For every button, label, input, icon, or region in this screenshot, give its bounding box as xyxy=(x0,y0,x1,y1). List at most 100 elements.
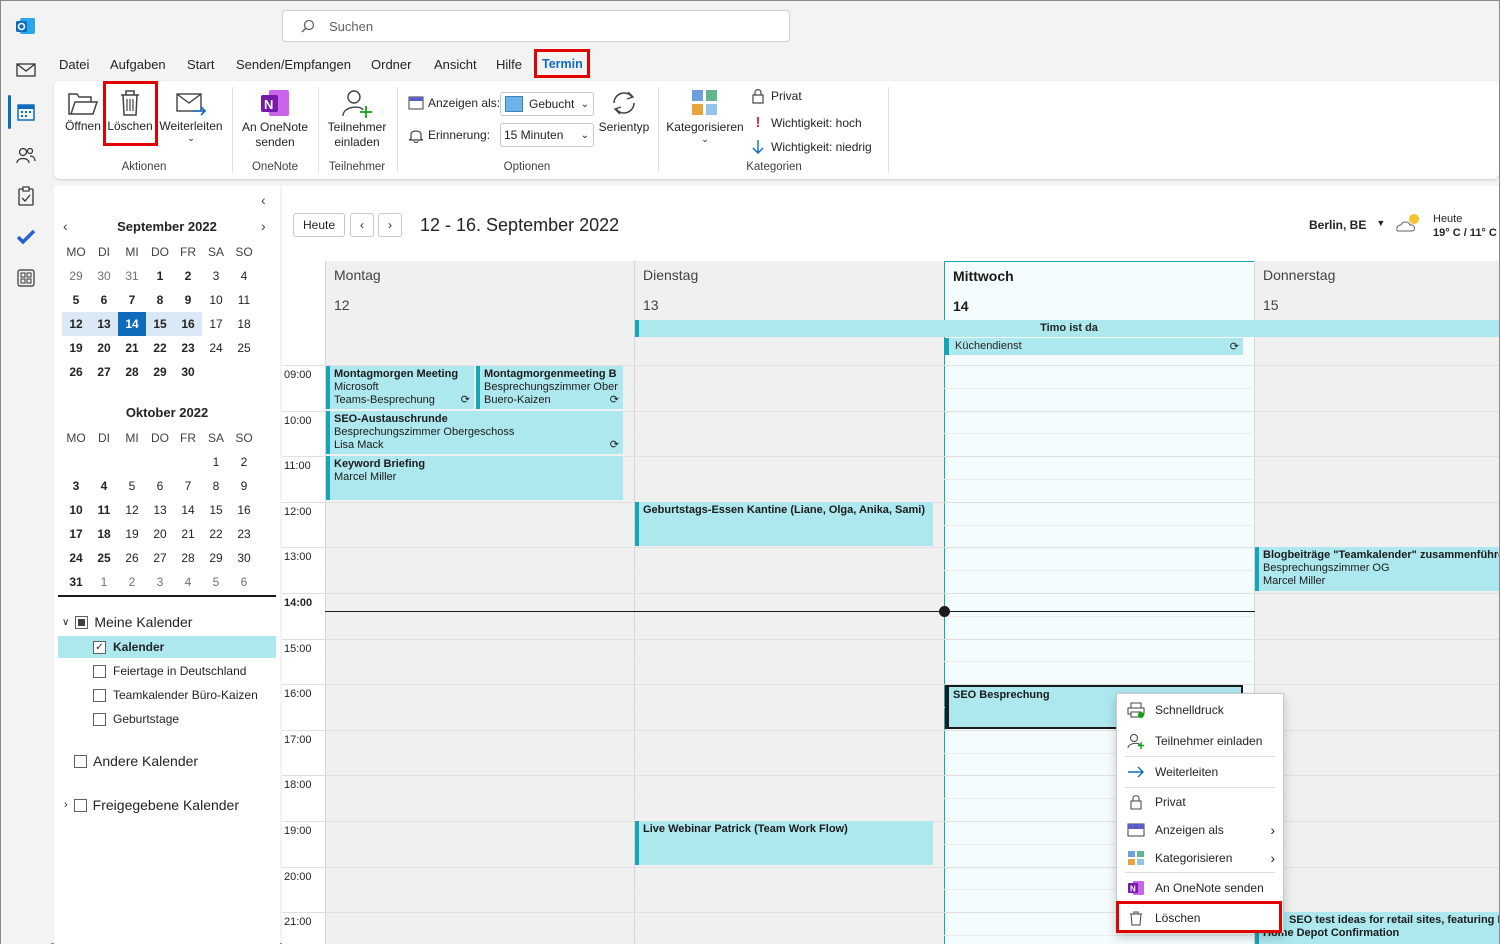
mini-calendar-day[interactable]: 4 xyxy=(90,474,118,498)
checkbox[interactable] xyxy=(93,688,106,702)
mini-calendar-day[interactable]: 11 xyxy=(90,498,118,522)
mini-calendar-day[interactable]: 31 xyxy=(62,570,90,594)
location-selector[interactable]: Berlin, BE ▼ xyxy=(1309,218,1385,232)
prev-week-button[interactable]: ‹ xyxy=(350,213,374,237)
mini-calendar-day[interactable]: 12 xyxy=(62,312,90,336)
checkbox[interactable] xyxy=(93,712,106,726)
collapse-panel-icon[interactable]: ‹ xyxy=(261,192,266,208)
kategorisieren-button[interactable]: Kategorisieren ⌄ xyxy=(666,88,744,144)
mini-calendar-day[interactable]: 30 xyxy=(174,360,202,384)
allday-event-kuechendienst[interactable]: Küchendienst ⟳ xyxy=(945,338,1243,355)
mini-calendar-day[interactable]: 19 xyxy=(62,336,90,360)
mini-calendar-day[interactable]: 23 xyxy=(230,522,258,546)
mini-calendar-day[interactable]: 28 xyxy=(118,360,146,384)
mini-calendar-day[interactable]: 7 xyxy=(118,288,146,312)
people-icon[interactable] xyxy=(14,143,38,167)
mini-calendar-day[interactable]: 18 xyxy=(90,522,118,546)
mini-calendar-day[interactable]: 29 xyxy=(146,360,174,384)
mini-calendar-day[interactable]: 1 xyxy=(90,570,118,594)
tasks-icon[interactable] xyxy=(14,184,38,208)
mini-calendar-day[interactable]: 11 xyxy=(230,288,258,312)
menu-ansicht[interactable]: Ansicht xyxy=(434,57,477,72)
heute-button[interactable]: Heute xyxy=(293,213,345,237)
wichtigkeit-hoch-button[interactable]: ! Wichtigkeit: hoch xyxy=(751,114,862,131)
mini-calendar-day[interactable]: 13 xyxy=(146,498,174,522)
day-header-donnerstag[interactable]: Donnerstag 15 xyxy=(1254,261,1499,365)
meine-kalender-header[interactable]: ∨ Meine Kalender xyxy=(62,614,192,630)
anzeigen-als-select[interactable]: Gebucht ⌄ xyxy=(500,92,594,116)
ctx-anzeigen-als[interactable]: Anzeigen als › xyxy=(1117,816,1283,844)
checkbox[interactable] xyxy=(93,664,106,678)
search-box[interactable]: Suchen xyxy=(282,10,790,42)
mini-calendar-day[interactable]: 8 xyxy=(146,288,174,312)
checkbox[interactable] xyxy=(74,754,87,768)
mini-calendar-day[interactable]: 24 xyxy=(62,546,90,570)
event-blogbeitraege[interactable]: Blogbeiträge "Teamkalender" zusammenführ… xyxy=(1255,547,1499,591)
calendar-icon[interactable] xyxy=(14,100,38,124)
mini-calendar-day[interactable]: 30 xyxy=(90,264,118,288)
mini-calendar-day[interactable]: 27 xyxy=(90,360,118,384)
privat-button[interactable]: Privat xyxy=(751,88,802,104)
mini-calendar-day[interactable]: 17 xyxy=(62,522,90,546)
mini-calendar-day[interactable]: 7 xyxy=(174,474,202,498)
mini-calendar-day[interactable]: 31 xyxy=(118,264,146,288)
teilnehmer-einladen-button[interactable]: Teilnehmer einladen xyxy=(324,88,390,150)
mini-calendar-day[interactable]: 6 xyxy=(146,474,174,498)
mini-calendar-day[interactable]: 27 xyxy=(146,546,174,570)
mini-calendar-day[interactable]: 21 xyxy=(118,336,146,360)
mail-icon[interactable] xyxy=(14,58,38,82)
mini-calendar-day[interactable]: 10 xyxy=(202,288,230,312)
day-header-dienstag[interactable]: Dienstag 13 xyxy=(634,261,944,365)
next-week-button[interactable]: › xyxy=(378,213,402,237)
mini-calendar-day[interactable]: 16 xyxy=(230,498,258,522)
mini-calendar-day[interactable]: 21 xyxy=(174,522,202,546)
mini-calendar-day[interactable]: 26 xyxy=(62,360,90,384)
mini-calendar-day[interactable]: 9 xyxy=(174,288,202,312)
mini-calendar-day[interactable]: 15 xyxy=(146,312,174,336)
erinnerung-select[interactable]: 15 Minuten ⌄ xyxy=(500,123,594,147)
group-checkbox[interactable] xyxy=(75,615,89,629)
mini-calendar-day[interactable]: 6 xyxy=(90,288,118,312)
mini-calendar-day[interactable]: 5 xyxy=(118,474,146,498)
mini-calendar-day[interactable]: 5 xyxy=(62,288,90,312)
mini-calendar-day[interactable]: 9 xyxy=(230,474,258,498)
freigegebene-kalender-header[interactable]: › Freigegebene Kalender xyxy=(64,797,239,813)
mini-calendar-day[interactable]: 10 xyxy=(62,498,90,522)
event-montagmorgen-meeting[interactable]: Montagmorgen Meeting Microsoft Teams-Bes… xyxy=(326,366,474,409)
mini-calendar-day[interactable]: 29 xyxy=(62,264,90,288)
calendar-item-feiertage[interactable]: Feiertage in Deutschland xyxy=(58,660,276,682)
mini-calendar-day[interactable]: 15 xyxy=(202,498,230,522)
calendar-item-teamkalender[interactable]: Teamkalender Büro-Kaizen xyxy=(58,684,276,706)
weiterleiten-button[interactable]: Weiterleiten ⌄ xyxy=(158,91,224,143)
event-seo-test-ideas[interactable]: SEO test ideas for retail sites, featuri… xyxy=(1255,912,1499,944)
wichtigkeit-niedrig-button[interactable]: Wichtigkeit: niedrig xyxy=(751,139,872,155)
checkbox-checked[interactable]: ✓ xyxy=(93,640,106,654)
menu-hilfe[interactable]: Hilfe xyxy=(496,57,522,72)
calendar-item-kalender[interactable]: ✓ Kalender xyxy=(58,636,276,658)
mini-calendar-day[interactable]: 17 xyxy=(202,312,230,336)
mini-calendar-day[interactable]: 25 xyxy=(90,546,118,570)
mini-calendar-day[interactable]: 13 xyxy=(90,312,118,336)
onenote-button[interactable]: N An OneNote senden xyxy=(238,88,312,150)
mini-calendar-day[interactable]: 14 xyxy=(118,312,146,336)
calendar-item-geburtstage[interactable]: Geburtstage xyxy=(58,708,276,730)
mini-calendar-day[interactable]: 2 xyxy=(174,264,202,288)
ctx-teilnehmer-einladen[interactable]: Teilnehmer einladen xyxy=(1117,727,1283,755)
mini-calendar-day[interactable]: 23 xyxy=(174,336,202,360)
event-seo-austauschrunde[interactable]: SEO-Austauschrunde Besprechungszimmer Ob… xyxy=(326,411,623,454)
mini-calendar-day[interactable]: 8 xyxy=(202,474,230,498)
mini-calendar-day[interactable]: 4 xyxy=(230,264,258,288)
mini-calendar-day[interactable]: 20 xyxy=(146,522,174,546)
mini-calendar-day[interactable]: 25 xyxy=(230,336,258,360)
mini-calendar-day[interactable]: 1 xyxy=(202,450,230,474)
todo-icon[interactable] xyxy=(14,225,38,249)
event-live-webinar[interactable]: Live Webinar Patrick (Team Work Flow) xyxy=(635,821,933,865)
mini-calendar-day[interactable]: 22 xyxy=(146,336,174,360)
checkbox[interactable] xyxy=(73,798,87,812)
menu-start[interactable]: Start xyxy=(187,57,214,72)
event-montagmorgenmeeting-b[interactable]: Montagmorgenmeeting B Besprechungszimmer… xyxy=(476,366,623,409)
day-column-donnerstag[interactable] xyxy=(1254,365,1499,944)
mini-calendar-day[interactable]: 14 xyxy=(174,498,202,522)
mini-calendar-day[interactable]: 18 xyxy=(230,312,258,336)
andere-kalender-header[interactable]: Andere Kalender xyxy=(74,753,198,769)
